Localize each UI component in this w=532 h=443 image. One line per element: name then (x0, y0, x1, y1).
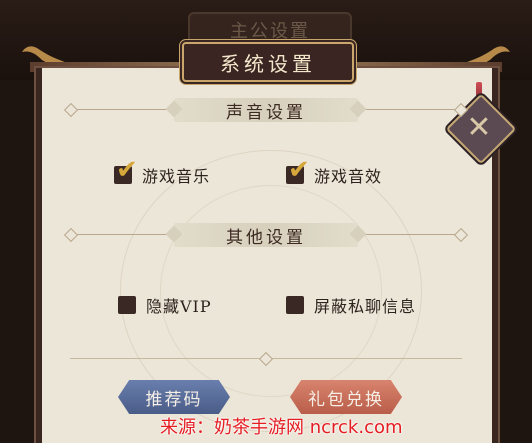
dialog-title: 系统设置 (182, 42, 354, 82)
panel-watermark-seal-inner (160, 185, 382, 397)
source-watermark: 来源：奶茶手游网 ncrck.com (160, 417, 403, 438)
gift-redeem-button[interactable]: 礼包兑换 (290, 380, 402, 414)
section-header-other: 其他设置 (63, 223, 469, 248)
section-header-sound: 声音设置 (63, 98, 469, 123)
checkbox-game-music[interactable]: ✔ (114, 157, 138, 184)
option-label-game-sfx: 游戏音效 (314, 167, 383, 186)
option-game-sfx[interactable]: ✔ 游戏音效 (286, 157, 383, 187)
option-block-private-chat[interactable]: 屏蔽私聊信息 (286, 293, 416, 317)
option-label-game-music: 游戏音乐 (142, 167, 211, 186)
check-icon: ✔ (288, 155, 310, 185)
checkbox-game-sfx[interactable]: ✔ (286, 157, 310, 184)
option-hide-vip[interactable]: 隐藏VIP (118, 293, 212, 317)
checkbox-hide-vip[interactable] (118, 296, 136, 314)
section-title-other: 其他设置 (174, 223, 358, 248)
check-icon: ✔ (116, 155, 138, 185)
option-label-hide-vip: 隐藏VIP (146, 297, 212, 316)
option-game-music[interactable]: ✔ 游戏音乐 (114, 157, 211, 187)
section-title-sound: 声音设置 (174, 98, 358, 123)
option-label-block-private-chat: 屏蔽私聊信息 (314, 297, 417, 316)
recommend-code-button[interactable]: 推荐码 (118, 380, 230, 414)
checkbox-block-private-chat[interactable] (286, 296, 304, 314)
